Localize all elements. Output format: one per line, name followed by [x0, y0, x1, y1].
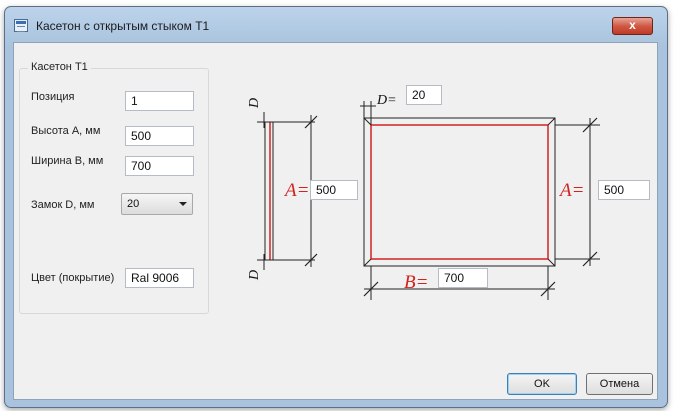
- front-corner-br: [547, 258, 556, 267]
- front-d-value-box[interactable]: 20: [406, 85, 442, 105]
- side-a-value-box[interactable]: 500: [310, 180, 358, 200]
- front-d-letter: D=: [376, 93, 397, 108]
- side-d-letter-bottom: D: [247, 270, 262, 281]
- front-a-value-box[interactable]: 500: [598, 180, 650, 200]
- side-a-letter: A=: [283, 180, 309, 201]
- front-red-outline: [370, 124, 549, 260]
- front-corner-bl: [363, 258, 372, 267]
- cassette-drawing: D D A= D= A= B=: [247, 93, 600, 300]
- front-b-letter: B=: [404, 272, 428, 293]
- front-corner-tr: [547, 117, 556, 126]
- front-outer-outline: [363, 117, 556, 267]
- front-a-letter: A=: [558, 180, 584, 201]
- front-corner-tl: [363, 117, 372, 126]
- side-d-letter-top: D: [247, 98, 262, 109]
- b-value-box[interactable]: 700: [438, 268, 488, 288]
- side-view: D D A=: [247, 98, 318, 281]
- side-profile-outline: [264, 121, 274, 261]
